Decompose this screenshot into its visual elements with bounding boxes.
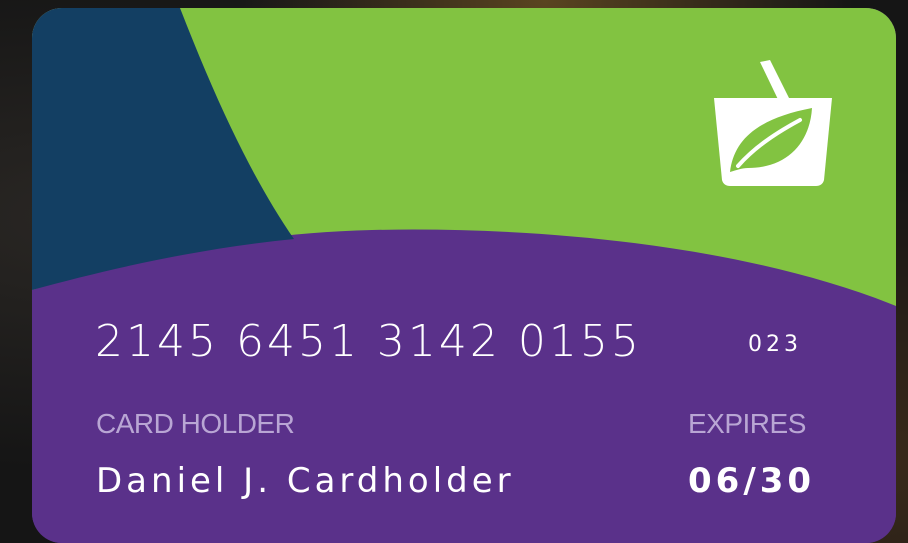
card-holder-label: CARD HOLDER xyxy=(96,408,295,439)
expires-label: EXPIRES xyxy=(688,408,806,439)
card-number: 2145 6451 3142 0155 xyxy=(95,316,642,367)
shopping-basket-leaf-icon xyxy=(714,60,832,186)
card-holder-name: Daniel J. Cardholder xyxy=(96,461,515,501)
card-cvv: 023 xyxy=(748,332,802,357)
expiry-date: 06/30 xyxy=(688,461,816,501)
credit-card: 2145 6451 3142 0155 023 CARD HOLDER EXPI… xyxy=(32,8,896,543)
